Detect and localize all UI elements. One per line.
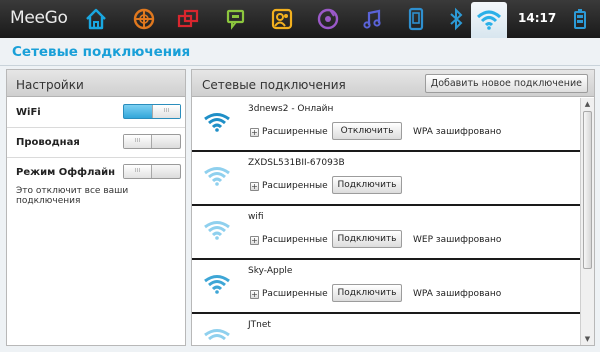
advanced-toggle[interactable]: + Расширенные — [250, 235, 328, 245]
clock: 14:17 — [518, 11, 557, 25]
title-divider — [0, 65, 600, 66]
advanced-toggle[interactable]: + Расширенные — [250, 127, 328, 137]
chat-icon[interactable] — [220, 3, 252, 35]
setting-wifi: WiFi III — [7, 98, 185, 128]
list-item[interactable]: 3dnews2 - Онлайн + Расширенные Отключить … — [192, 98, 580, 152]
windows-icon[interactable] — [172, 3, 204, 35]
connections-list: 3dnews2 - Онлайн + Расширенные Отключить … — [192, 98, 580, 345]
meego-logo: MeeGo — [10, 8, 68, 28]
wifi-toggle[interactable]: III — [123, 104, 181, 119]
advanced-label: Расширенные — [262, 289, 328, 299]
advanced-toggle[interactable]: + Расширенные — [250, 181, 328, 191]
wired-toggle[interactable]: III — [123, 134, 181, 149]
advanced-label: Расширенные — [262, 235, 328, 245]
advanced-label: Расширенные — [262, 127, 328, 137]
list-item[interactable]: JTnet — [192, 314, 580, 345]
scrollbar-thumb[interactable] — [583, 111, 592, 269]
offline-note: Это отключит все ваши подключения — [16, 186, 129, 206]
security-label: WPA зашифровано — [413, 289, 502, 299]
connections-panel: Сетевые подключения Добавить новое подкл… — [191, 69, 595, 346]
home-icon[interactable] — [80, 3, 112, 35]
connect-button[interactable]: Подключить — [332, 176, 402, 194]
settings-header: Настройки — [7, 70, 185, 97]
setting-label: Проводная — [16, 137, 80, 148]
offline-toggle[interactable]: III — [123, 164, 181, 179]
expand-icon[interactable]: + — [250, 127, 259, 137]
security-label: WEP зашифровано — [413, 235, 502, 245]
connection-name: wifi — [248, 212, 264, 222]
settings-panel: Настройки WiFi III Проводная III Режим О… — [6, 69, 186, 346]
toggle-knob[interactable]: III — [152, 105, 180, 118]
setting-label: WiFi — [16, 107, 41, 118]
expand-icon[interactable]: + — [250, 181, 259, 191]
toggle-knob[interactable]: III — [124, 135, 152, 148]
expand-icon[interactable]: + — [250, 235, 259, 245]
list-item[interactable]: wifi + Расширенные Подключить WEP зашифро… — [192, 206, 580, 260]
page-title: Сетевые подключения — [12, 44, 191, 60]
browser-icon[interactable] — [128, 3, 160, 35]
wifi-icon[interactable] — [471, 2, 507, 38]
add-connection-button[interactable]: Добавить новое подключение — [424, 74, 588, 93]
device-icon[interactable] — [400, 3, 432, 35]
main-panel: Сетевые подключения Настройки WiFi III П… — [0, 38, 600, 352]
wifi-signal-icon — [204, 275, 230, 294]
connect-button[interactable]: Подключить — [332, 284, 402, 302]
scroll-down-icon[interactable]: ▼ — [583, 335, 592, 344]
scrollbar[interactable]: ▲ ▼ — [580, 98, 594, 345]
toggle-knob[interactable]: III — [124, 165, 152, 178]
top-bar: MeeGo 14:17 — [0, 0, 600, 38]
media-icon[interactable] — [312, 3, 344, 35]
advanced-toggle[interactable]: + Расширенные — [250, 289, 328, 299]
advanced-label: Расширенные — [262, 181, 328, 191]
list-item[interactable]: ZXDSL531BII-67093B + Расширенные Подключи… — [192, 152, 580, 206]
setting-offline: Режим Оффлайн III — [7, 158, 185, 188]
wifi-signal-icon — [204, 221, 230, 240]
expand-icon[interactable]: + — [250, 289, 259, 299]
music-icon[interactable] — [356, 3, 388, 35]
connection-name: Sky-Apple — [248, 266, 293, 276]
setting-wired: Проводная III — [7, 128, 185, 158]
setting-label: Режим Оффлайн — [16, 167, 116, 178]
connect-button[interactable]: Подключить — [332, 230, 402, 248]
wifi-signal-icon — [204, 329, 230, 341]
connection-name: JTnet — [248, 320, 271, 330]
wifi-signal-icon — [204, 113, 230, 132]
connection-name: 3dnews2 - Онлайн — [248, 104, 334, 114]
security-label: WPA зашифровано — [413, 127, 502, 137]
people-icon[interactable] — [266, 3, 298, 35]
battery-icon[interactable] — [564, 3, 596, 35]
disconnect-button[interactable]: Отключить — [332, 122, 402, 140]
scroll-up-icon[interactable]: ▲ — [583, 100, 592, 109]
wifi-signal-icon — [204, 167, 230, 186]
list-item[interactable]: Sky-Apple + Расширенные Подключить WPA за… — [192, 260, 580, 314]
connection-name: ZXDSL531BII-67093B — [248, 158, 345, 168]
bluetooth-icon[interactable] — [440, 3, 472, 35]
